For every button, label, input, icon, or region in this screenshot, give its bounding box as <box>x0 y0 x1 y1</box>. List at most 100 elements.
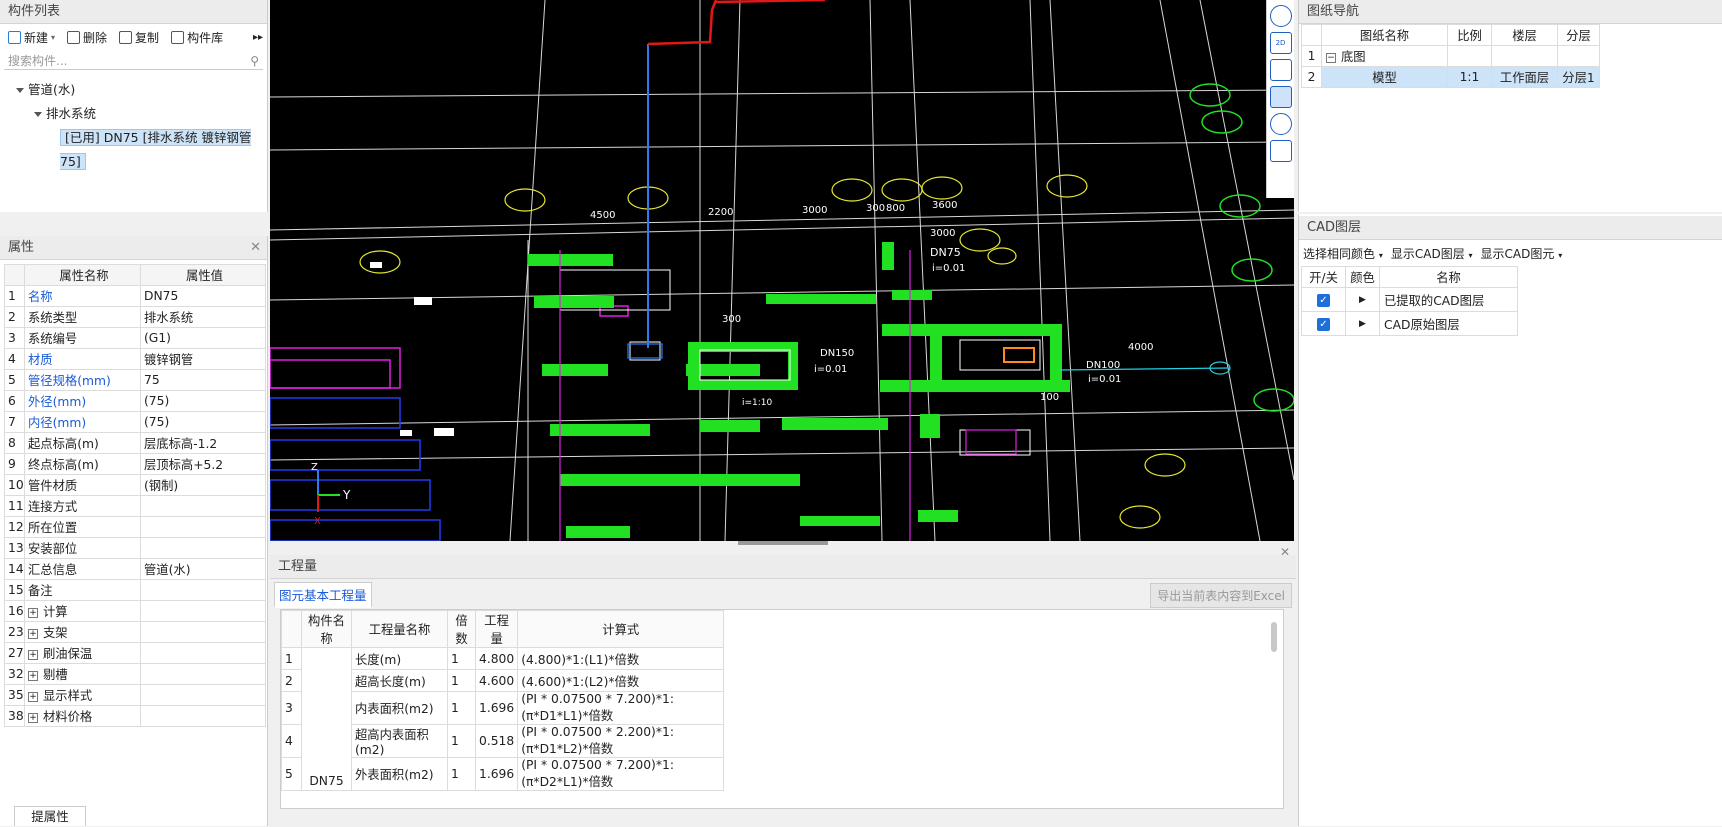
property-row[interactable]: 5 管径规格(mm) 75 <box>4 369 266 391</box>
tree-node-dn75[interactable]: [已用] DN75 [排水系统 镀锌钢管 75] <box>0 126 267 170</box>
layer-row[interactable]: ✓ ▶ 已提取的CAD图层 <box>1301 287 1518 312</box>
svg-text:Y: Y <box>342 488 351 502</box>
property-row[interactable]: 10 管件材质 (钢制) <box>4 474 266 496</box>
bottom-tab-properties[interactable]: 提属性 <box>14 806 86 826</box>
property-value[interactable]: 层顶标高+5.2 <box>140 453 266 475</box>
tree-node-pipe-water[interactable]: 管道(水) <box>0 78 267 102</box>
property-value[interactable] <box>140 579 266 601</box>
property-row[interactable]: 11 连接方式 <box>4 495 266 517</box>
property-value[interactable]: 75 <box>140 369 266 391</box>
property-value[interactable] <box>140 684 266 706</box>
pipe-label-dn75: DN75 <box>930 246 961 259</box>
nav-row-selected[interactable]: 2 模型 1:1 工作面层 分层1 <box>1301 66 1600 88</box>
new-button[interactable]: 新建 ▾ <box>4 26 59 48</box>
property-value[interactable]: 镀锌钢管 <box>140 348 266 370</box>
dim-label: 3000 <box>930 228 955 239</box>
property-value[interactable] <box>140 621 266 643</box>
property-name: 剔槽 <box>43 668 68 682</box>
svg-text:X: X <box>314 516 321 527</box>
expand-arrow-icon[interactable]: ▶ <box>1345 287 1380 312</box>
property-row[interactable]: 4 材质 镀锌钢管 <box>4 348 266 370</box>
property-row[interactable]: 1 名称 DN75 <box>4 285 266 307</box>
nav-header: 比例 <box>1447 24 1492 46</box>
expand-arrow-icon[interactable]: ▶ <box>1345 311 1380 336</box>
property-row[interactable]: 12 所在位置 <box>4 516 266 538</box>
property-value[interactable] <box>140 663 266 685</box>
show-cad-layer-dropdown[interactable]: 显示CAD图层 ▾ <box>1391 245 1473 262</box>
view-2d-icon[interactable]: 2D <box>1269 32 1292 54</box>
layer-toggle-checkbox[interactable]: ✓ <box>1317 294 1330 307</box>
cube-icon[interactable] <box>1269 86 1292 108</box>
property-row[interactable]: 2 系统类型 排水系统 <box>4 306 266 328</box>
tree-node-drainage[interactable]: 排水系统 <box>0 102 267 126</box>
layer-toggle-checkbox[interactable]: ✓ <box>1317 318 1330 331</box>
svg-text:Z: Z <box>311 462 318 473</box>
qty-name: 超高内表面积(m2) <box>351 724 448 758</box>
tab-basic-quantities[interactable]: 图元基本工程量 <box>274 582 372 608</box>
property-value[interactable]: (G1) <box>140 327 266 349</box>
qty-formula: (PI * 0.07500 * 7.200)*1:(π*D2*L1)*倍数 <box>517 757 725 791</box>
copy-button[interactable]: 复制 <box>115 26 163 48</box>
property-value[interactable]: (钢制) <box>140 474 266 496</box>
export-excel-button[interactable]: 导出当前表内容到Excel <box>1150 582 1292 608</box>
expand-plus-icon[interactable]: + <box>28 628 38 639</box>
property-value[interactable] <box>140 516 266 538</box>
layer-header: 开/关 <box>1301 266 1346 288</box>
more-icon[interactable]: ▸▸ <box>253 32 263 43</box>
property-row[interactable]: 8 起点标高(m) 层底标高-1.2 <box>4 432 266 454</box>
property-value[interactable] <box>140 600 266 622</box>
show-cad-element-dropdown[interactable]: 显示CAD图元 ▾ <box>1481 245 1563 262</box>
property-value[interactable] <box>140 495 266 517</box>
nav-header: 图纸名称 <box>1321 24 1448 46</box>
property-name: 材质 <box>28 353 53 367</box>
property-row[interactable]: 6 外径(mm) (75) <box>4 390 266 412</box>
property-row[interactable]: 15 备注 <box>4 579 266 601</box>
property-row[interactable]: 9 终点标高(m) 层顶标高+5.2 <box>4 453 266 475</box>
property-row[interactable]: 32 + 剔槽 <box>4 663 266 685</box>
drawing-nav-title: 图纸导航 <box>1299 0 1722 24</box>
property-row[interactable]: 7 内径(mm) (75) <box>4 411 266 433</box>
property-row[interactable]: 23 + 支架 <box>4 621 266 643</box>
slope-label: i=0.01 <box>932 263 965 274</box>
property-name: 连接方式 <box>28 500 78 514</box>
display-settings-icon[interactable] <box>1269 140 1292 162</box>
property-value[interactable]: DN75 <box>140 285 266 307</box>
expand-plus-icon[interactable]: + <box>28 670 38 681</box>
property-value[interactable]: 管道(水) <box>140 558 266 580</box>
orbit-icon[interactable] <box>1269 5 1292 27</box>
component-search-input[interactable]: 搜索构件... ⚲ <box>4 52 263 70</box>
cad-canvas[interactable]: 4500 2200 3000 300 800 3600 3000 300 100… <box>270 0 1294 541</box>
property-value[interactable]: 层底标高-1.2 <box>140 432 266 454</box>
property-value[interactable] <box>140 537 266 559</box>
quantity-row[interactable]: 1 DN75 长度(m) 1 4.800 (4.800)*1:(L1)*倍数 <box>281 647 725 791</box>
rotate-icon[interactable] <box>1269 113 1292 135</box>
property-name: 刷油保温 <box>43 647 93 661</box>
view-3d-icon[interactable] <box>1269 59 1292 81</box>
property-value[interactable] <box>140 642 266 664</box>
property-row[interactable]: 35 + 显示样式 <box>4 684 266 706</box>
property-row[interactable]: 27 + 刷油保温 <box>4 642 266 664</box>
layer-row[interactable]: ✓ ▶ CAD原始图层 <box>1301 311 1518 336</box>
library-button[interactable]: 构件库 <box>167 26 227 48</box>
property-row[interactable]: 16 + 计算 <box>4 600 266 622</box>
expand-plus-icon[interactable]: + <box>28 691 38 702</box>
quantities-close-icon[interactable]: ✕ <box>1280 545 1290 559</box>
property-value[interactable]: 排水系统 <box>140 306 266 328</box>
collapse-icon[interactable]: − <box>1326 52 1336 63</box>
delete-button[interactable]: 删除 <box>63 26 111 48</box>
expand-plus-icon[interactable]: + <box>28 607 38 618</box>
expand-plus-icon[interactable]: + <box>28 712 38 723</box>
property-value[interactable]: (75) <box>140 390 266 412</box>
nav-row[interactable]: 1 − 底图 <box>1301 45 1600 67</box>
property-row[interactable]: 13 安装部位 <box>4 537 266 559</box>
property-row[interactable]: 3 系统编号 (G1) <box>4 327 266 349</box>
property-value[interactable]: (75) <box>140 411 266 433</box>
component-toolbar: 新建 ▾ 删除 复制 构件库 ▸▸ <box>0 24 267 50</box>
property-row[interactable]: 38 + 材料价格 <box>4 705 266 727</box>
vertical-scrollbar[interactable] <box>1271 622 1277 652</box>
expand-plus-icon[interactable]: + <box>28 649 38 660</box>
property-value[interactable] <box>140 705 266 727</box>
close-icon[interactable]: ✕ <box>250 236 261 259</box>
select-same-color-dropdown[interactable]: 选择相同颜色 ▾ <box>1303 245 1383 262</box>
property-row[interactable]: 14 汇总信息 管道(水) <box>4 558 266 580</box>
